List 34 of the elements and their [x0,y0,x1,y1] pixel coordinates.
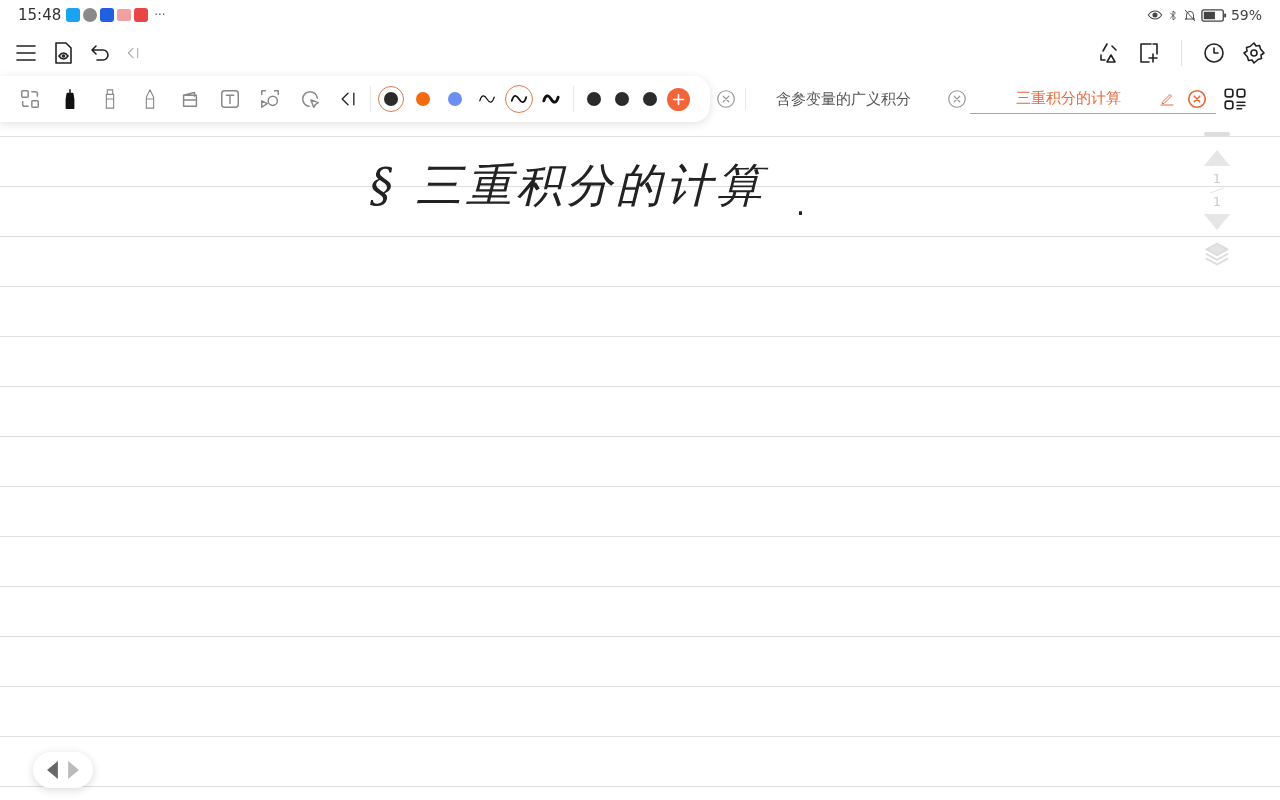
shape-icon [259,88,281,110]
next-page-icon[interactable] [68,761,79,779]
add-page-icon[interactable] [1137,41,1161,65]
window-app-icon [134,8,149,22]
plus-icon [671,91,686,107]
add-preset-button[interactable] [667,87,690,111]
wave-line-icon [510,93,528,105]
handwritten-title: § 三重积分的计算 [370,157,766,214]
note-tab[interactable]: 含参变量的广义积分 [752,84,970,114]
battery-icon [1200,8,1227,22]
clock-time: 15:48 [18,4,62,26]
text-box-icon [219,88,241,110]
tab-title: 含参变量的广义积分 [776,88,911,110]
lasso-select-icon [299,88,321,110]
eye-icon [1146,7,1163,23]
gear-app-icon [83,8,98,22]
tab-title: 三重积分的计算 [1016,88,1121,110]
search-app-icon [66,8,81,22]
wave-line-icon [478,93,496,105]
more-notifications: ··· [154,7,166,24]
close-tab-icon[interactable] [946,88,968,110]
layout-switch-icon [19,88,41,110]
history-icon[interactable] [1202,41,1226,65]
handwritten-dot: . [795,186,806,224]
settings-icon[interactable] [1242,41,1266,65]
muted-bell-icon [1182,7,1197,23]
grid-menu-icon[interactable] [1222,86,1248,112]
close-tab-icon[interactable] [1186,87,1208,110]
battery-percent: 59% [1230,5,1262,25]
wave-line-icon [542,93,560,105]
bulb-app-icon [100,8,115,22]
previous-page-icon[interactable] [47,761,58,779]
scroll-handle[interactable] [1204,132,1230,136]
box-app-icon [117,9,132,21]
